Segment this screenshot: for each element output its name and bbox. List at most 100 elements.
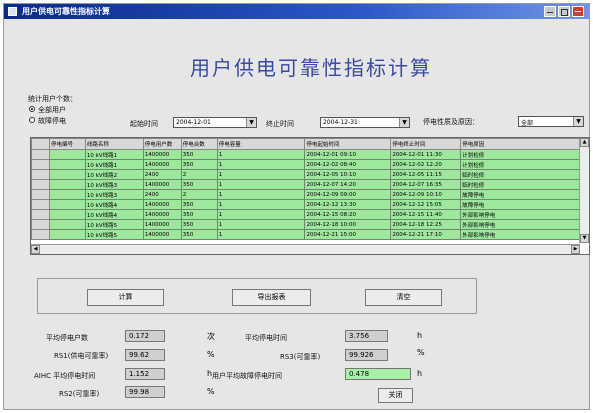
table-row[interactable]: 10 kV线路5 1400000 350 1 2004-12-21 15:00 2004-…	[31, 229, 580, 240]
table-cell[interactable]: 1400000	[142, 219, 182, 230]
table-cell[interactable]: 10 kV线路4	[84, 209, 144, 220]
table-cell[interactable]: 1	[216, 159, 306, 170]
close-button[interactable]: 关闭	[378, 388, 413, 403]
table-cell[interactable]: 1	[216, 169, 306, 180]
table-cell[interactable]	[48, 179, 86, 190]
table-cell[interactable]: 故障停电	[460, 189, 580, 200]
maximize-button[interactable]	[558, 6, 570, 17]
table-cell[interactable]: 2400	[142, 189, 182, 200]
table-cell[interactable]: 350	[180, 229, 218, 240]
table-cell[interactable]: 2	[180, 169, 218, 180]
column-header[interactable]: 停电终止时间	[390, 138, 462, 150]
table-cell[interactable]: 计划检修	[460, 159, 580, 170]
table-row[interactable]: 10 kV线路1 1400000 350 1 2004-12-02 08:40 2004-…	[31, 159, 580, 170]
table-cell[interactable]: 350	[180, 219, 218, 230]
column-header[interactable]: 停电台数	[180, 138, 218, 150]
export-report-button[interactable]: 导出报表	[232, 289, 311, 306]
table-cell[interactable]: 10 kV线路5	[84, 229, 144, 240]
table-cell[interactable]	[48, 199, 86, 210]
table-cell[interactable]: 1	[216, 219, 306, 230]
column-header[interactable]: 线路名称	[84, 138, 144, 150]
radio-fault-outage[interactable]	[29, 117, 35, 123]
scroll-left-icon[interactable]: ◀	[31, 245, 40, 254]
table-cell[interactable]: 350	[180, 209, 218, 220]
table-cell[interactable]: 2004-12-02 08:40	[304, 159, 392, 170]
table-cell[interactable]: 10 kV线路4	[84, 199, 144, 210]
row-selector[interactable]	[31, 189, 50, 200]
row-selector[interactable]	[31, 159, 50, 170]
table-cell[interactable]: 1400000	[142, 149, 182, 160]
table-cell[interactable]: 1	[216, 179, 306, 190]
table-cell[interactable]: 2004-12-12 15:05	[390, 199, 462, 210]
minimize-button[interactable]	[544, 6, 556, 17]
outage-type-select[interactable]: 全部 ▼	[518, 116, 584, 127]
table-cell[interactable]: 10 kV线路2	[84, 169, 144, 180]
vertical-scrollbar[interactable]: ▲ ▼	[579, 138, 589, 243]
table-cell[interactable]: 10 kV线路1	[84, 149, 144, 160]
row-selector[interactable]	[31, 179, 50, 190]
column-header[interactable]: 停电用户数	[142, 138, 182, 150]
table-cell[interactable]: 10 kV线路1	[84, 159, 144, 170]
table-cell[interactable]: 2004-12-21 17:10	[390, 229, 462, 240]
scroll-down-icon[interactable]: ▼	[580, 234, 589, 243]
scroll-up-icon[interactable]: ▲	[580, 138, 589, 147]
row-selector[interactable]	[31, 199, 50, 210]
chevron-down-icon[interactable]: ▼	[399, 118, 409, 127]
horizontal-scrollbar[interactable]: ◀ ▶	[31, 244, 580, 254]
table-row[interactable]: 10 kV线路5 1400000 350 1 2004-12-18 10:00 2004-…	[31, 219, 580, 230]
table-cell[interactable]: 计划检修	[460, 149, 580, 160]
table-cell[interactable]: 外部影响停电	[460, 219, 580, 230]
table-cell[interactable]: 350	[180, 149, 218, 160]
table-cell[interactable]: 临时检修	[460, 169, 580, 180]
table-cell[interactable]: 2004-12-09 10:10	[390, 189, 462, 200]
table-cell[interactable]: 2004-12-05 11:15	[390, 169, 462, 180]
table-cell[interactable]	[48, 219, 86, 230]
table-cell[interactable]: 2400	[142, 169, 182, 180]
table-cell[interactable]: 2004-12-01 09:10	[304, 149, 392, 160]
table-cell[interactable]: 外部影响停电	[460, 229, 580, 240]
end-time-select[interactable]: 2004-12-31 ▼	[320, 117, 410, 128]
table-cell[interactable]: 2004-12-18 12:25	[390, 219, 462, 230]
table-row[interactable]: 10 kV线路4 1400000 350 1 2004-12-15 08:20 2004-…	[31, 209, 580, 220]
table-cell[interactable]: 临时检修	[460, 179, 580, 190]
table-cell[interactable]: 1400000	[142, 199, 182, 210]
outage-records-grid[interactable]: 停电编号 线路名称 停电用户数 停电台数 停电容量 停电起始时间 停电终止时间 停电原因 10…	[30, 137, 590, 255]
table-cell[interactable]: 10 kV线路3	[84, 189, 144, 200]
scroll-right-icon[interactable]: ▶	[571, 245, 580, 254]
table-cell[interactable]: 外部影响停电	[460, 209, 580, 220]
chevron-down-icon[interactable]: ▼	[246, 118, 256, 127]
table-cell[interactable]: 1	[216, 209, 306, 220]
table-cell[interactable]: 350	[180, 199, 218, 210]
table-cell[interactable]: 350	[180, 179, 218, 190]
table-row[interactable]: 10 kV线路3 1400000 350 1 2004-12-07 14:20 2004-…	[31, 179, 580, 190]
table-cell[interactable]: 1	[216, 149, 306, 160]
row-selector[interactable]	[31, 149, 50, 160]
table-cell[interactable]: 2004-12-21 15:00	[304, 229, 392, 240]
table-cell[interactable]: 2004-12-02 12:20	[390, 159, 462, 170]
radio-all-users[interactable]	[29, 106, 35, 112]
table-cell[interactable]: 2	[180, 189, 218, 200]
table-cell[interactable]: 10 kV线路3	[84, 179, 144, 190]
table-cell[interactable]: 2004-12-07 16:35	[390, 179, 462, 190]
table-cell[interactable]: 故障停电	[460, 199, 580, 210]
table-row[interactable]: 10 kV线路2 2400 2 1 2004-12-05 10:10 2004-12-05…	[31, 169, 580, 180]
table-cell[interactable]: 1	[216, 199, 306, 210]
table-cell[interactable]: 1400000	[142, 159, 182, 170]
clear-button[interactable]: 清空	[365, 289, 442, 306]
row-selector[interactable]	[31, 169, 50, 180]
table-cell[interactable]	[48, 169, 86, 180]
table-cell[interactable]: 1400000	[142, 229, 182, 240]
column-header[interactable]: 停电起始时间	[304, 138, 392, 150]
column-header[interactable]: 停电编号	[48, 138, 86, 150]
table-row[interactable]: 10 kV线路1 1400000 350 1 2004-12-01 09:10 2004-…	[31, 149, 580, 160]
table-cell[interactable]	[48, 209, 86, 220]
table-row[interactable]: 10 kV线路4 1400000 350 1 2004-12-12 13:30 2004-…	[31, 199, 580, 210]
table-cell[interactable]: 1	[216, 189, 306, 200]
table-cell[interactable]: 10 kV线路5	[84, 219, 144, 230]
row-selector[interactable]	[31, 209, 50, 220]
table-cell[interactable]: 2004-12-01 11:30	[390, 149, 462, 160]
start-time-select[interactable]: 2004-12-01 ▼	[173, 117, 257, 128]
table-cell[interactable]: 2004-12-15 11:40	[390, 209, 462, 220]
table-cell[interactable]: 1	[216, 229, 306, 240]
table-cell[interactable]	[48, 229, 86, 240]
